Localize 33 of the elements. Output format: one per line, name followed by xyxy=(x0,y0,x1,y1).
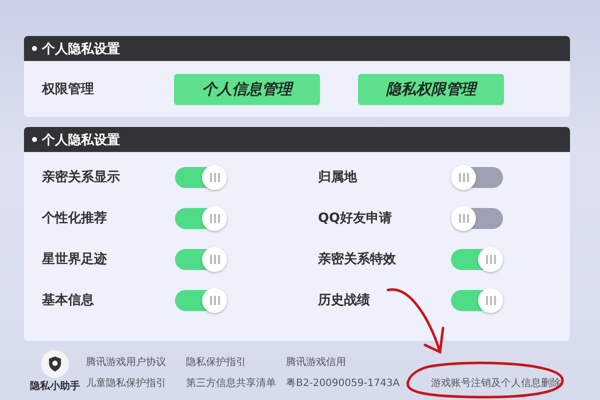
setting-label: QQ好友申请 xyxy=(318,210,394,227)
section-title: 个人隐私设置 xyxy=(42,40,120,58)
manage-button[interactable]: 隐私权限管理 xyxy=(358,74,504,104)
setting-label: 亲密关系显示 xyxy=(42,168,121,186)
setting-label: 基本信息 xyxy=(42,292,95,309)
setting-label: 归属地 xyxy=(318,169,358,186)
footer-link[interactable]: 腾讯游戏用户协议 xyxy=(86,356,186,370)
toggle-switch[interactable] xyxy=(451,290,503,310)
footer-link[interactable]: 腾讯游戏信用 xyxy=(286,356,421,370)
footer-link[interactable]: 隐私保护指引 xyxy=(186,356,286,370)
assistant-label[interactable]: 隐私小助手 xyxy=(30,380,80,393)
annotation-arrow xyxy=(386,288,444,354)
footer-link[interactable]: 粤B2-20090059-1743A xyxy=(286,376,421,390)
toggle-switch[interactable] xyxy=(175,248,227,270)
manage-button[interactable]: 个人信息管理 xyxy=(174,74,320,104)
bullet-icon xyxy=(32,46,37,51)
section-title: 个人隐私设置 xyxy=(42,132,120,148)
toggle-switch[interactable] xyxy=(451,166,503,188)
toggle-switch[interactable] xyxy=(175,166,227,188)
footer-link[interactable]: 游戏账号注销及个人信息删除 xyxy=(431,376,581,390)
footer-link[interactable]: 第三方信息共享清单 xyxy=(186,376,286,390)
toggle-switch[interactable] xyxy=(451,208,503,228)
toggle-switch[interactable] xyxy=(175,290,227,310)
footer-link[interactable]: 儿童隐私保护指引 xyxy=(86,376,186,390)
toggle-switch[interactable] xyxy=(175,208,227,228)
setting-label: 亲密关系特效 xyxy=(318,250,397,268)
row-label: 权限管理 xyxy=(42,81,95,98)
setting-label: 历史战绩 xyxy=(318,292,371,309)
setting-label: 个性化推荐 xyxy=(42,210,108,227)
setting-label: 星世界足迹 xyxy=(42,250,108,268)
bullet-icon xyxy=(32,137,37,142)
toggle-switch[interactable] xyxy=(451,248,503,270)
shield-icon[interactable] xyxy=(41,350,69,378)
